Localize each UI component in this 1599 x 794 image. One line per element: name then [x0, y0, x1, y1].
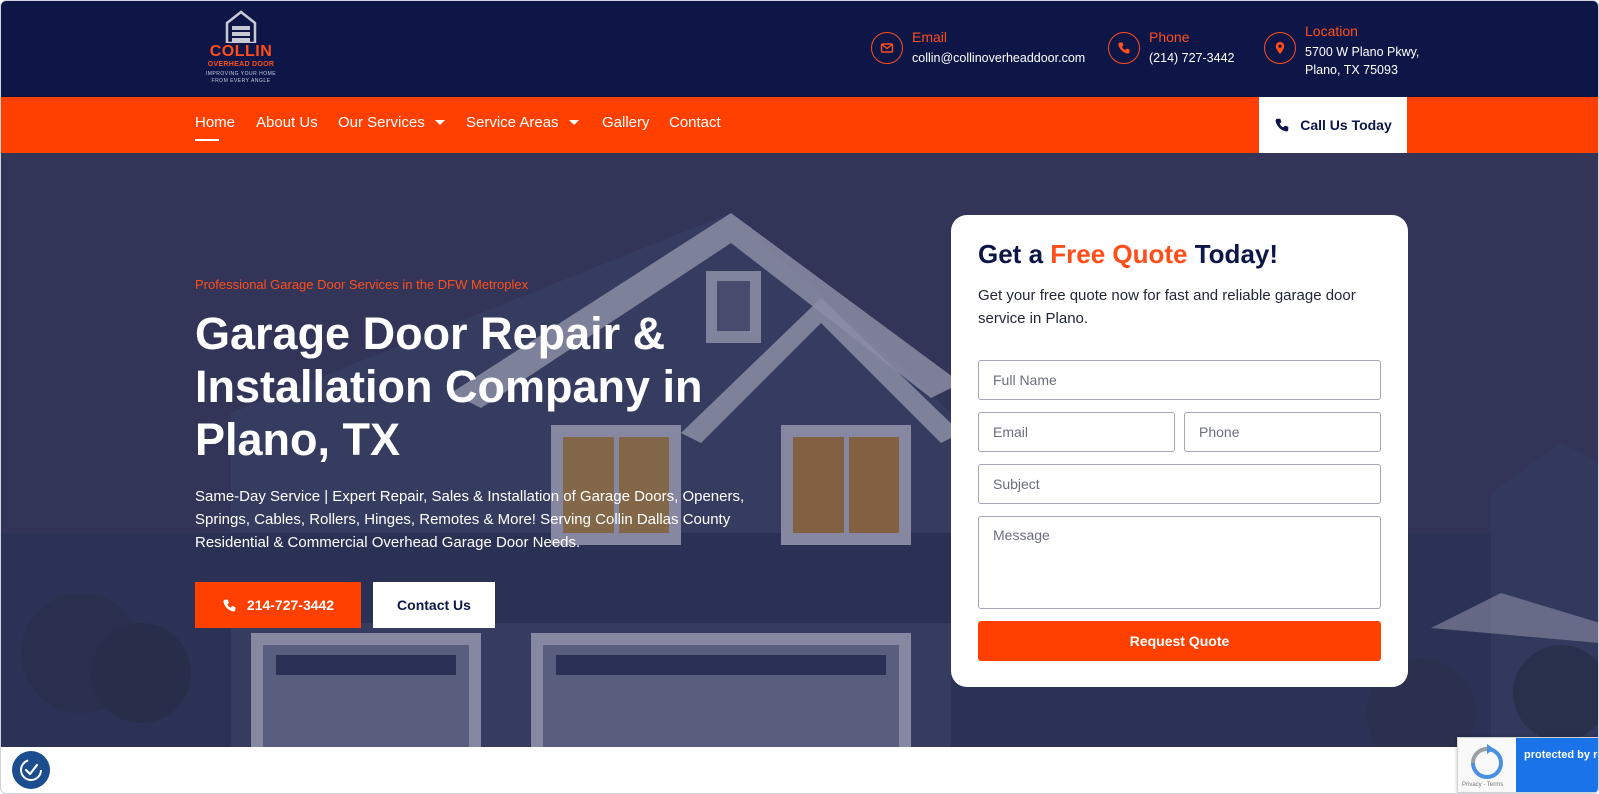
accessibility-button[interactable] — [12, 751, 50, 789]
chevron-down-icon — [568, 119, 579, 125]
nav-service-areas[interactable]: Service Areas — [466, 114, 579, 131]
email-input[interactable] — [978, 412, 1175, 452]
subject-input[interactable] — [978, 464, 1381, 504]
email-label: Email — [912, 29, 948, 45]
accessibility-icon — [20, 759, 42, 781]
nav-home[interactable]: Home — [195, 114, 235, 131]
chevron-down-icon — [434, 119, 445, 125]
nav-contact[interactable]: Contact — [669, 114, 721, 131]
hero-title: Garage Door Repair & Installation Compan… — [195, 308, 703, 465]
phone-value[interactable]: (214) 727-3442 — [1149, 49, 1234, 67]
logo-subtitle: OVERHEAD DOOR — [207, 61, 275, 68]
main-nav: Home About Us Our Services Service Areas… — [1, 97, 1598, 153]
phone-input[interactable] — [1184, 412, 1381, 452]
nav-our-services-label: Our Services — [338, 114, 425, 131]
hero-kicker: Professional Garage Door Services in the… — [195, 277, 529, 292]
phone-icon — [1275, 118, 1289, 132]
hero-phone-label: 214-727-3442 — [246, 597, 335, 613]
garage-house-icon — [225, 10, 257, 43]
logo-name: COLLIN — [209, 43, 273, 60]
page: COLLIN OVERHEAD DOOR IMPROVING YOUR HOME… — [0, 0, 1599, 794]
phone-icon — [1108, 32, 1140, 64]
quote-title-suffix: Today! — [1187, 239, 1279, 269]
location-label: Location — [1305, 23, 1358, 39]
hero-description: Same-Day Service | Expert Repair, Sales … — [195, 488, 745, 551]
call-us-label: Call Us Today — [1300, 117, 1392, 133]
message-textarea[interactable] — [978, 516, 1381, 609]
nav-our-services[interactable]: Our Services — [338, 114, 445, 131]
logo-tagline: IMPROVING YOUR HOME FROM EVERY ANGLE — [205, 71, 277, 84]
nav-service-areas-label: Service Areas — [466, 114, 559, 131]
quote-description: Get your free quote now for fast and rel… — [978, 287, 1356, 327]
phone-label: Phone — [1149, 29, 1190, 45]
nav-about-us[interactable]: About Us — [256, 114, 318, 131]
full-name-input[interactable] — [978, 360, 1381, 400]
recaptcha-badge[interactable]: Privacy - Terms protected by reCAPTCHA — [1457, 737, 1598, 793]
email-value[interactable]: collin@collinoverheaddoor.com — [912, 49, 1085, 67]
call-us-button[interactable]: Call Us Today — [1259, 97, 1407, 153]
hero-contact-button[interactable]: Contact Us — [373, 582, 495, 628]
request-quote-button[interactable]: Request Quote — [978, 621, 1381, 661]
location-line1: 5700 W Plano Pkwy, — [1305, 45, 1420, 59]
location-line2: Plano, TX 75093 — [1305, 63, 1398, 77]
envelope-icon — [871, 32, 903, 64]
quote-title-prefix: Get a — [978, 239, 1051, 269]
recaptcha-logo-icon — [1471, 744, 1503, 779]
hero-phone-button[interactable]: 214-727-3442 — [195, 582, 361, 628]
quote-title: Get a Free Quote Today! — [978, 239, 1278, 270]
hero-contact-label: Contact Us — [397, 597, 471, 613]
nav-gallery[interactable]: Gallery — [602, 114, 650, 131]
recaptcha-text: protected by reCAPTCHA — [1524, 749, 1598, 761]
nav-active-indicator — [195, 139, 219, 141]
recaptcha-links[interactable]: Privacy - Terms — [1462, 782, 1503, 788]
quote-title-accent: Free Quote — [1050, 239, 1188, 269]
logo[interactable]: COLLIN OVERHEAD DOOR IMPROVING YOUR HOME… — [203, 9, 279, 89]
quote-form-card: Get a Free Quote Today! Get your free qu… — [951, 215, 1408, 687]
phone-icon — [223, 599, 236, 612]
top-header: COLLIN OVERHEAD DOOR IMPROVING YOUR HOME… — [1, 1, 1598, 97]
map-pin-icon — [1264, 32, 1296, 64]
recaptcha-panel: protected by reCAPTCHA — [1516, 738, 1598, 792]
